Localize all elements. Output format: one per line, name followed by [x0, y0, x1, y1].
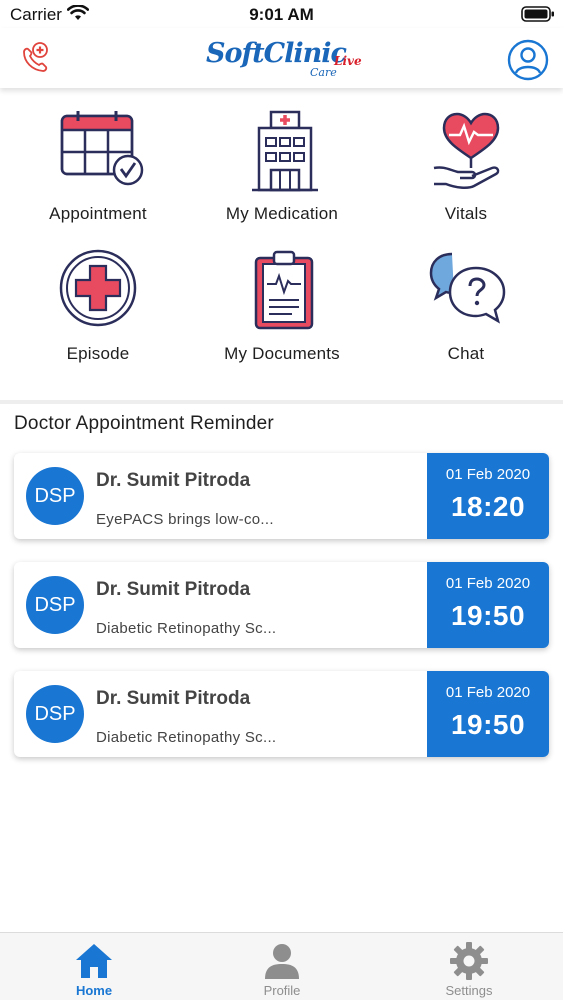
menu-episode-label: Episode — [66, 344, 130, 363]
feature-menu-grid: Appointment My Medication Vitals Episode… — [0, 88, 563, 400]
appointment-time: 19:50 — [450, 709, 526, 740]
doctor-avatar: DSP — [26, 685, 84, 743]
appointment-date: 01 Feb 2020 — [445, 575, 531, 592]
appointment-description: EyePACS brings low-co... — [96, 511, 274, 528]
menu-episode[interactable]: Episode — [4, 228, 192, 368]
battery-icon — [521, 6, 555, 27]
appointment-date: 01 Feb 2020 — [445, 466, 531, 483]
heart-hand-icon — [426, 108, 512, 194]
doctor-avatar: DSP — [26, 467, 84, 525]
menu-my-medication-label: My Medication — [225, 204, 339, 223]
tab-profile[interactable]: Profile — [188, 933, 376, 1000]
clipboard-icon — [242, 248, 328, 334]
doctor-name: Dr. Sumit Pitroda — [96, 579, 251, 600]
tab-home-label: Home — [75, 983, 113, 998]
doctor-name: Dr. Sumit Pitroda — [96, 688, 251, 709]
menu-chat-label: Chat — [447, 344, 485, 363]
bottom-tab-bar: Home Profile Settings — [0, 932, 563, 1000]
softclinic-logo: SoftClinic Live Care — [206, 38, 366, 82]
hospital-icon — [242, 108, 328, 194]
menu-my-medication[interactable]: My Medication — [188, 88, 376, 228]
appointment-datetime: 01 Feb 2020 19:50 — [427, 671, 549, 757]
tab-settings[interactable]: Settings — [375, 933, 563, 1000]
appointment-date: 01 Feb 2020 — [445, 684, 531, 701]
appointment-time: 18:20 — [450, 491, 526, 522]
app-header: SoftClinic Live Care — [0, 28, 563, 88]
reminder-section-title: Doctor Appointment Reminder — [14, 413, 274, 434]
gear-icon — [449, 941, 489, 981]
logo-main-text: SoftClinic — [206, 38, 347, 69]
profile-avatar-button[interactable] — [507, 39, 549, 81]
tab-home[interactable]: Home — [0, 933, 188, 1000]
menu-my-documents[interactable]: My Documents — [188, 228, 376, 368]
menu-vitals[interactable]: Vitals — [372, 88, 560, 228]
appointment-datetime: 01 Feb 2020 19:50 — [427, 562, 549, 648]
section-divider — [0, 400, 563, 404]
appointment-time: 19:50 — [450, 600, 526, 631]
clock: 9:01 AM — [249, 5, 314, 24]
appointment-description: Diabetic Retinopathy Sc... — [96, 729, 277, 746]
tab-settings-label: Settings — [445, 983, 493, 998]
menu-chat[interactable]: Chat — [372, 228, 560, 368]
appointment-description: Diabetic Retinopathy Sc... — [96, 620, 277, 637]
appointment-card[interactable]: DSP Dr. Sumit Pitroda Diabetic Retinopat… — [14, 562, 549, 648]
person-icon — [262, 941, 302, 981]
menu-appointment-label: Appointment — [49, 204, 147, 223]
status-bar: Carrier 9:01 AM — [0, 0, 563, 28]
home-icon — [74, 941, 114, 981]
appointment-datetime: 01 Feb 2020 18:20 — [427, 453, 549, 539]
chat-bubbles-icon — [426, 248, 512, 334]
doctor-avatar: DSP — [26, 576, 84, 634]
medical-cross-icon — [58, 248, 144, 334]
tab-profile-label: Profile — [263, 983, 301, 998]
logo-care-text: Care — [310, 66, 337, 79]
doctor-name: Dr. Sumit Pitroda — [96, 470, 251, 491]
emergency-call-button[interactable] — [18, 40, 54, 76]
logo-live-text: Live — [334, 54, 362, 68]
appointment-card[interactable]: DSP Dr. Sumit Pitroda Diabetic Retinopat… — [14, 671, 549, 757]
menu-my-documents-label: My Documents — [224, 344, 340, 363]
menu-appointment[interactable]: Appointment — [4, 88, 192, 228]
menu-vitals-label: Vitals — [444, 204, 488, 223]
appointment-card[interactable]: DSP Dr. Sumit Pitroda EyePACS brings low… — [14, 453, 549, 539]
calendar-check-icon — [58, 108, 144, 194]
